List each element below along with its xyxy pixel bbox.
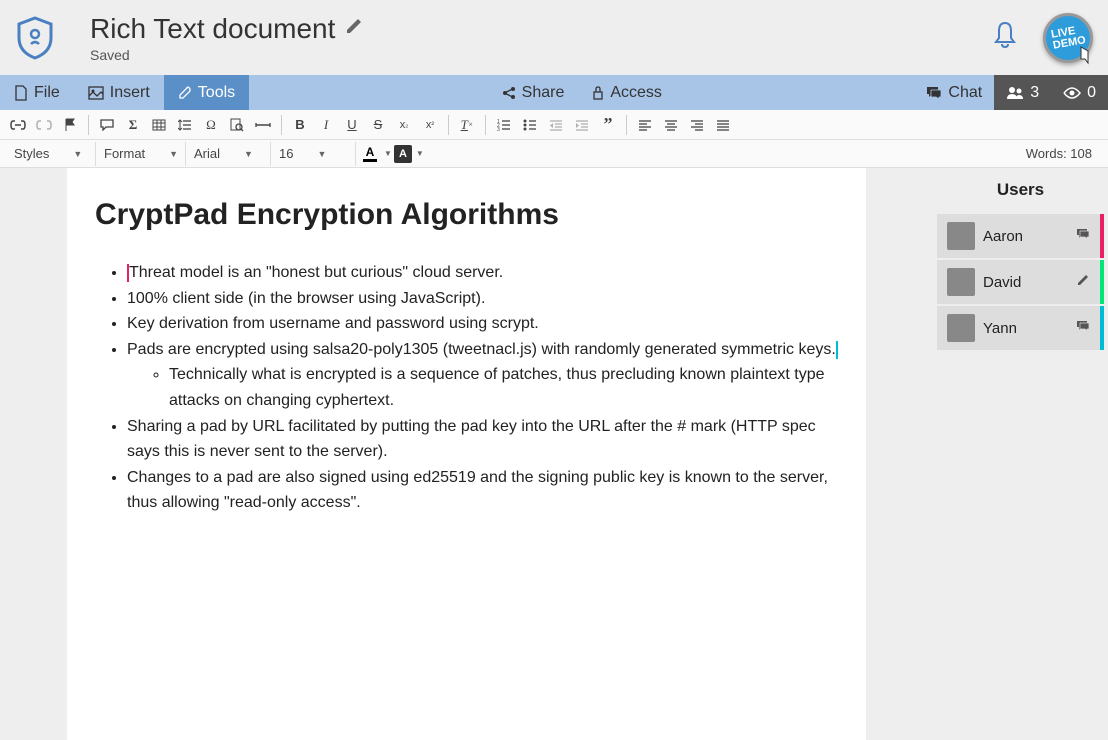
- link-icon[interactable]: [6, 114, 30, 136]
- document-page[interactable]: CryptPad Encryption Algorithms Threat mo…: [67, 168, 866, 740]
- superscript-icon[interactable]: x²: [418, 114, 442, 136]
- menu-tools[interactable]: Tools: [164, 75, 249, 110]
- user-row[interactable]: David: [937, 260, 1104, 304]
- table-icon[interactable]: [147, 114, 171, 136]
- users-count-value: 3: [1030, 84, 1039, 102]
- document-title[interactable]: Rich Text document: [90, 13, 335, 45]
- outdent-icon[interactable]: [544, 114, 568, 136]
- save-status: Saved: [90, 47, 992, 63]
- viewers-count-value: 0: [1087, 84, 1096, 102]
- align-center-icon[interactable]: [659, 114, 683, 136]
- bg-color-button[interactable]: A: [394, 145, 412, 163]
- menu-file[interactable]: File: [0, 75, 74, 110]
- style-toolbar: Styles▼ Format▼ Arial▼ 16▼ A ▼ A ▼ Words…: [0, 140, 1108, 168]
- align-right-icon[interactable]: [685, 114, 709, 136]
- size-select[interactable]: 16▼: [271, 142, 356, 166]
- pencil-icon[interactable]: [345, 17, 363, 40]
- list-item: Threat model is an "honest but curious" …: [127, 260, 838, 286]
- italic-icon[interactable]: I: [314, 114, 338, 136]
- find-icon[interactable]: [225, 114, 249, 136]
- document-canvas[interactable]: CryptPad Encryption Algorithms Threat mo…: [0, 168, 933, 740]
- list-item: Sharing a pad by URL facilitated by putt…: [127, 414, 838, 465]
- unordered-list-icon[interactable]: [518, 114, 542, 136]
- cursor-marker: [836, 341, 838, 359]
- ordered-list-icon[interactable]: 123: [492, 114, 516, 136]
- underline-icon[interactable]: U: [340, 114, 364, 136]
- users-panel-title: Users: [933, 168, 1108, 212]
- users-panel: Users Aaron David Yann: [933, 168, 1108, 740]
- menu-access[interactable]: Access: [578, 75, 676, 110]
- indent-icon[interactable]: [570, 114, 594, 136]
- pencil-icon: [1076, 273, 1090, 292]
- user-row[interactable]: Yann: [937, 306, 1104, 350]
- users-count[interactable]: 3: [994, 75, 1051, 110]
- notifications-icon[interactable]: [992, 20, 1018, 55]
- bullet-list: Threat model is an "honest but curious" …: [95, 260, 838, 516]
- comment-icon: [1076, 227, 1090, 245]
- bold-icon[interactable]: B: [288, 114, 312, 136]
- menubar: File Insert Tools Share Access Chat 3 0: [0, 75, 1108, 110]
- app-logo[interactable]: [15, 16, 55, 60]
- omega-icon[interactable]: Ω: [199, 114, 223, 136]
- format-select[interactable]: Format▼: [96, 142, 186, 166]
- user-row[interactable]: Aaron: [937, 214, 1104, 258]
- user-avatar-badge[interactable]: LIVEDEMO: [1043, 13, 1093, 63]
- menu-share-label: Share: [522, 84, 565, 102]
- viewers-count[interactable]: 0: [1051, 75, 1108, 110]
- menu-insert[interactable]: Insert: [74, 75, 164, 110]
- list-item: Technically what is encrypted is a seque…: [169, 362, 838, 413]
- avatar: [947, 222, 975, 250]
- formatting-toolbar: Σ Ω B I U S x₂ x² T× 123 ”: [0, 110, 1108, 140]
- styles-select[interactable]: Styles▼: [6, 142, 96, 166]
- document-heading: CryptPad Encryption Algorithms: [95, 198, 838, 232]
- sigma-icon[interactable]: Σ: [121, 114, 145, 136]
- menu-insert-label: Insert: [110, 84, 150, 102]
- list-item: 100% client side (in the browser using J…: [127, 286, 838, 312]
- menu-access-label: Access: [610, 84, 662, 102]
- menu-chat[interactable]: Chat: [914, 84, 994, 102]
- menu-file-label: File: [34, 84, 60, 102]
- list-item: Key derivation from username and passwor…: [127, 311, 838, 337]
- unlink-icon[interactable]: [32, 114, 56, 136]
- horizontal-rule-icon[interactable]: [251, 114, 275, 136]
- text-color-button[interactable]: A: [358, 143, 382, 165]
- comment-icon: [1076, 319, 1090, 337]
- subscript-icon[interactable]: x₂: [392, 114, 416, 136]
- svg-text:3: 3: [497, 127, 500, 131]
- menu-share[interactable]: Share: [488, 75, 579, 110]
- font-select[interactable]: Arial▼: [186, 142, 271, 166]
- list-item: Changes to a pad are also signed using e…: [127, 465, 838, 516]
- user-name-label: Aaron: [983, 228, 1068, 245]
- menu-tools-label: Tools: [198, 84, 235, 102]
- avatar: [947, 268, 975, 296]
- word-count: Words: 108: [1026, 146, 1102, 161]
- line-spacing-icon[interactable]: [173, 114, 197, 136]
- avatar: [947, 314, 975, 342]
- strikethrough-icon[interactable]: S: [366, 114, 390, 136]
- user-name-label: Yann: [983, 320, 1068, 337]
- header: Rich Text document Saved LIVEDEMO: [0, 0, 1108, 75]
- user-name-label: David: [983, 274, 1068, 291]
- comment-icon[interactable]: [95, 114, 119, 136]
- clear-formatting-icon[interactable]: T×: [455, 114, 479, 136]
- align-justify-icon[interactable]: [711, 114, 735, 136]
- menu-chat-label: Chat: [948, 84, 982, 102]
- title-area: Rich Text document Saved: [90, 13, 992, 63]
- blockquote-icon[interactable]: ”: [596, 114, 620, 136]
- flag-icon[interactable]: [58, 114, 82, 136]
- list-item: Pads are encrypted using salsa20-poly130…: [127, 337, 838, 414]
- align-left-icon[interactable]: [633, 114, 657, 136]
